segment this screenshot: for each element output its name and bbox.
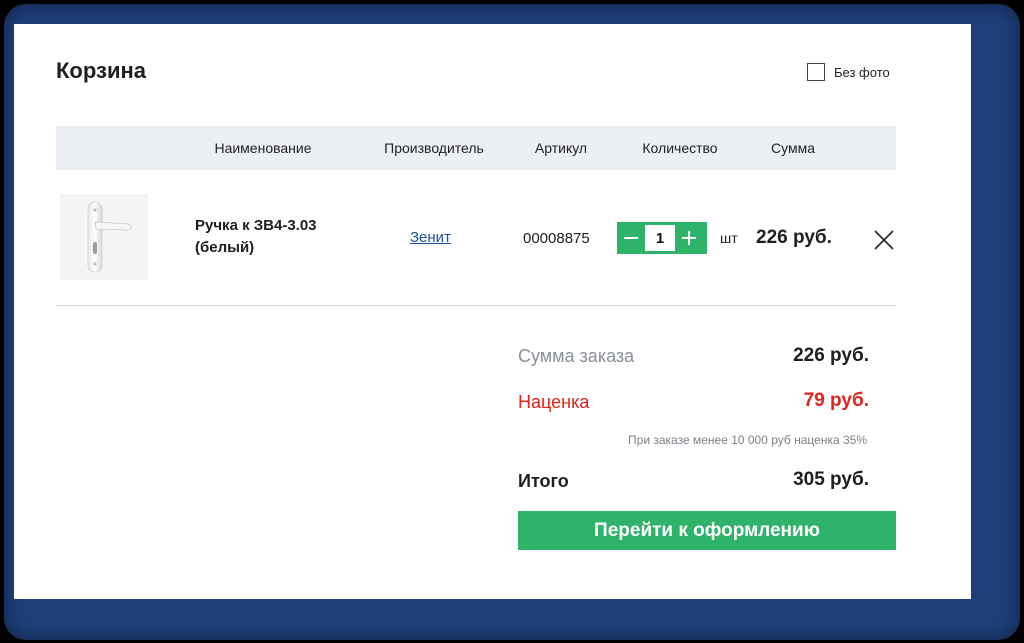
column-header-sum: Сумма (771, 140, 815, 156)
decrease-quantity-button[interactable] (617, 222, 645, 254)
markup-value: 79 руб. (803, 390, 869, 411)
remove-item-button[interactable] (872, 228, 896, 252)
no-photo-checkbox[interactable] (807, 63, 825, 81)
manufacturer-link[interactable]: Зенит (410, 229, 451, 246)
checkout-button[interactable]: Перейти к оформлению (518, 511, 896, 550)
column-header-article: Артикул (534, 140, 588, 156)
minus-icon (624, 237, 638, 239)
no-photo-label: Без фото (834, 64, 890, 80)
column-header-manufacturer: Производитель (384, 140, 484, 156)
page-title: Корзина (56, 58, 146, 83)
column-header-quantity: Количество (642, 140, 718, 156)
quantity-unit: шт (720, 230, 738, 246)
product-article: 00008875 (523, 230, 590, 247)
table-header: Наименование Производитель Артикул Колич… (56, 126, 896, 170)
close-icon (874, 230, 894, 250)
column-header-name: Наименование (214, 140, 312, 156)
plus-icon (682, 231, 696, 245)
total-label: Итого (518, 471, 569, 491)
order-sum-value: 226 руб. (793, 345, 869, 366)
markup-note: При заказе менее 10 000 руб наценка 35% (628, 433, 867, 447)
row-sum: 226 руб. (756, 227, 832, 248)
markup-label: Наценка (518, 392, 590, 412)
increase-quantity-button[interactable] (675, 222, 703, 254)
order-sum-label: Сумма заказа (518, 346, 635, 366)
cart-panel: Корзина Без фото Наименование Производит… (14, 24, 971, 599)
divider (56, 305, 896, 306)
total-value: 305 руб. (793, 469, 869, 490)
no-photo-toggle[interactable]: Без фото (807, 63, 890, 81)
quantity-stepper: 1 (617, 222, 707, 254)
quantity-input[interactable]: 1 (645, 225, 675, 251)
door-handle-icon (87, 201, 132, 273)
product-name: Ручка к ЗВ4-3.03 (белый) (195, 217, 317, 256)
product-image (60, 194, 148, 280)
